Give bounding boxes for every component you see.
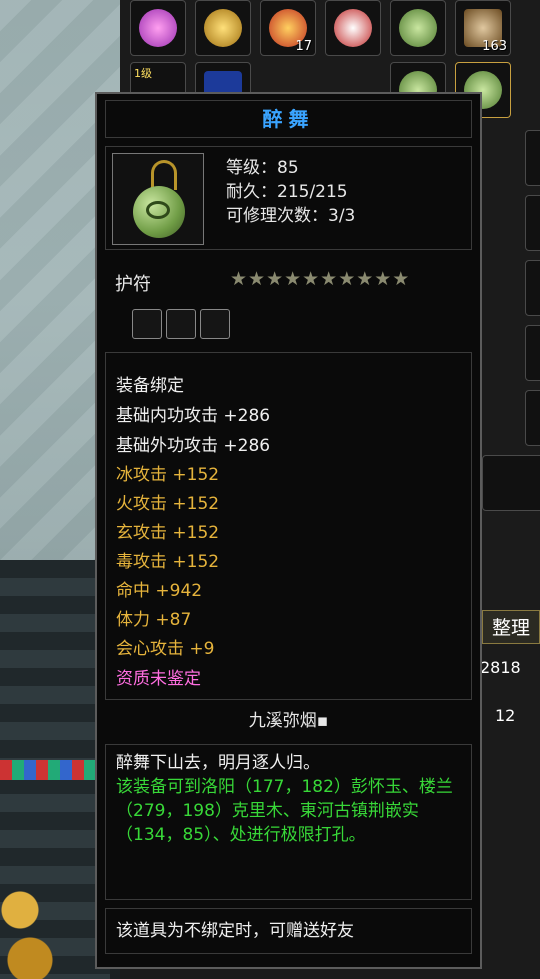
inventory-slot[interactable] <box>525 390 540 446</box>
item-tooltip: 醉舞 等级：85 耐久：215/215 可修理次数：3/3 护符 ★★★★★★★… <box>95 92 482 969</box>
inventory-slot-scroll[interactable]: 163 <box>455 0 511 56</box>
item-header: 等级：85 耐久：215/215 可修理次数：3/3 <box>105 146 472 250</box>
attribute-line: 体力 +87 <box>116 610 192 630</box>
item-name: 醉舞 <box>105 100 472 138</box>
attribute-list: 装备绑定 基础内功攻击 +286 基础外功攻击 +286 冰攻击 +152 火攻… <box>105 352 472 700</box>
attribute-line: 命中 +942 <box>116 581 203 601</box>
attribute-line: 基础外功攻击 +286 <box>116 436 271 456</box>
inventory-slot[interactable] <box>525 260 540 316</box>
flavor-text: 醉舞下山去，明月逐人归。 <box>116 753 320 773</box>
socket-hint: 该装备可到洛阳（177，182）彭怀玉、楼兰（279，198）克里木、東河古镇荆… <box>116 777 453 845</box>
inventory-slot[interactable] <box>525 325 540 381</box>
coin-value: 12 <box>495 706 516 725</box>
star-rating: ★★★★★★★★★★ <box>230 268 411 290</box>
inventory-slot-locked[interactable] <box>482 455 540 511</box>
inventory-slot-medal[interactable] <box>325 0 381 56</box>
item-count: 17 <box>295 39 312 54</box>
background-flags <box>0 760 100 780</box>
item-description: 醉舞下山去，明月逐人归。 该装备可到洛阳（177，182）彭怀玉、楼兰（279，… <box>105 744 472 900</box>
socket-row <box>132 309 234 343</box>
pendant-icon <box>112 153 204 245</box>
background-dragon-ornament <box>0 850 60 979</box>
inventory-slot-gold-item[interactable]: 17 <box>260 0 316 56</box>
currency-value: 2818 <box>480 658 521 677</box>
attribute-line: 会心攻击 +9 <box>116 639 215 659</box>
attribute-line: 基础内功攻击 +286 <box>116 406 271 426</box>
attribute-line: 冰攻击 +152 <box>116 465 220 485</box>
bind-status: 装备绑定 <box>116 376 184 396</box>
attribute-line: 玄攻击 +152 <box>116 523 220 543</box>
socket-slot <box>132 309 162 339</box>
gift-note: 该道具为不绑定时，可赠送好友 <box>105 908 472 954</box>
item-count: 163 <box>482 39 507 54</box>
level-badge: 1级 <box>134 67 152 80</box>
quality-status: 资质未鉴定 <box>116 669 201 689</box>
item-level: 等级：85 <box>226 158 299 178</box>
socket-slot <box>166 309 196 339</box>
inventory-slot[interactable] <box>525 130 540 186</box>
set-name: 九溪弥烟▪ <box>248 711 329 731</box>
inventory-slot-purple-gem[interactable] <box>130 0 186 56</box>
item-durability: 耐久：215/215 <box>226 182 348 202</box>
item-repair-count: 可修理次数：3/3 <box>226 206 356 226</box>
attribute-line: 毒攻击 +152 <box>116 552 220 572</box>
attribute-line: 火攻击 +152 <box>116 494 220 514</box>
socket-slot <box>200 309 230 339</box>
inventory-slot-coin[interactable] <box>195 0 251 56</box>
inventory-slot[interactable] <box>525 195 540 251</box>
inventory-slot-pendant[interactable] <box>390 0 446 56</box>
item-category: 护符 <box>115 274 151 295</box>
sort-button[interactable]: 整理 <box>482 610 540 644</box>
